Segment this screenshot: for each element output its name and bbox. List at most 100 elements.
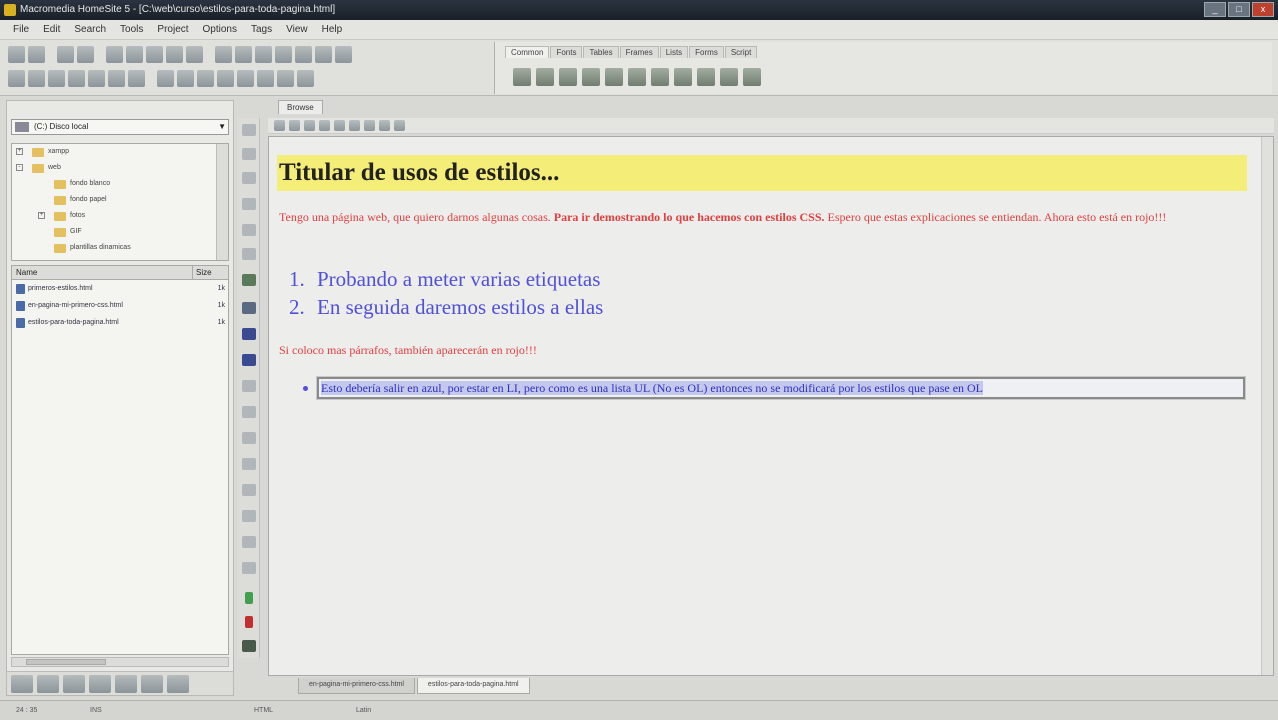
quickstart-icon[interactable] <box>513 68 531 86</box>
tab-common[interactable]: Common <box>505 46 550 58</box>
italic-tag-icon[interactable] <box>720 68 738 86</box>
tab-forms[interactable]: Forms <box>689 46 724 58</box>
strip-tags-icon[interactable] <box>242 432 256 444</box>
menu-help[interactable]: Help <box>315 24 350 35</box>
menu-options[interactable]: Options <box>196 24 244 35</box>
tree-scrollbar[interactable] <box>216 144 228 260</box>
tree-item[interactable]: fondo blanco <box>12 176 228 192</box>
cut-icon[interactable] <box>146 46 163 63</box>
comment-icon[interactable] <box>108 70 125 87</box>
macro-icon[interactable] <box>242 640 256 652</box>
indent-icon[interactable] <box>68 70 85 87</box>
outdent-icon[interactable] <box>88 70 105 87</box>
bold-tag-icon[interactable] <box>697 68 715 86</box>
file-item[interactable]: estilos-para-toda-pagina.html 1k <box>12 314 228 331</box>
tag-inspector-icon[interactable] <box>257 70 274 87</box>
zoom-icon[interactable] <box>197 70 214 87</box>
word-wrap-icon[interactable] <box>242 148 256 160</box>
validate-doc-icon[interactable] <box>242 562 256 574</box>
redo-icon[interactable] <box>48 70 65 87</box>
help-icon[interactable] <box>157 70 174 87</box>
tab-lists[interactable]: Lists <box>659 46 689 58</box>
minimize-button[interactable]: _ <box>1204 2 1226 17</box>
line-break-icon[interactable] <box>582 68 600 86</box>
close-button[interactable]: x <box>1252 2 1274 17</box>
tree-item[interactable]: fondo papel <box>12 192 228 208</box>
browser-ns-icon[interactable] <box>237 70 254 87</box>
back-icon[interactable] <box>274 120 285 131</box>
copy-icon[interactable] <box>166 46 183 63</box>
column-size[interactable]: Size <box>192 266 212 279</box>
body-tag-icon[interactable] <box>536 68 554 86</box>
list-icon[interactable] <box>242 536 256 548</box>
outdent-block-icon[interactable] <box>242 224 256 236</box>
preview-browser-icon[interactable] <box>364 120 375 131</box>
snippets-icon[interactable] <box>297 70 314 87</box>
stop-icon[interactable] <box>304 120 315 131</box>
file-item[interactable]: en-pagina-mi-primero-css.html 1k <box>12 297 228 314</box>
comment-block-icon[interactable] <box>242 354 256 366</box>
validate-icon[interactable] <box>335 46 352 63</box>
bookmark-icon[interactable] <box>242 328 256 340</box>
tag-completion-icon[interactable] <box>242 302 256 314</box>
print-icon[interactable] <box>8 70 25 87</box>
scrollbar-thumb[interactable] <box>26 659 106 665</box>
tree-item[interactable]: GIF <box>12 224 228 240</box>
indent-block-icon[interactable] <box>242 198 256 210</box>
menu-search[interactable]: Search <box>67 24 113 35</box>
tree-expander[interactable]: + <box>16 148 23 155</box>
tab-script[interactable]: Script <box>724 46 758 58</box>
tree-item[interactable]: + xampp <box>12 144 228 160</box>
file-list-scrollbar[interactable] <box>11 657 229 667</box>
comment-tag-icon[interactable] <box>743 68 761 86</box>
files-tab-icon[interactable] <box>11 675 33 693</box>
source-icon[interactable] <box>379 120 390 131</box>
special-chars-icon[interactable] <box>242 248 256 260</box>
anchor-icon[interactable] <box>628 68 646 86</box>
spell-check-icon[interactable] <box>126 46 143 63</box>
paste-icon[interactable] <box>186 46 203 63</box>
link-icon[interactable] <box>177 70 194 87</box>
print-preview-icon[interactable] <box>394 120 405 131</box>
new-file-icon[interactable] <box>8 46 25 63</box>
help-tab-icon[interactable] <box>115 675 137 693</box>
ftp-icon[interactable] <box>106 46 123 63</box>
tree-expander[interactable]: + <box>38 212 45 219</box>
open-file-icon[interactable] <box>28 46 45 63</box>
wrap-icon[interactable] <box>128 70 145 87</box>
file-item[interactable]: primeros-estilos.html 1k <box>12 280 228 297</box>
save-icon[interactable] <box>57 46 74 63</box>
tab-frames[interactable]: Frames <box>619 46 659 58</box>
replace-icon[interactable] <box>235 46 252 63</box>
drive-select[interactable]: (C:) Disco local ▼ <box>11 119 229 135</box>
uppercase-icon[interactable] <box>242 380 256 392</box>
table-icon[interactable] <box>242 274 256 286</box>
snippets-tab-icon[interactable] <box>89 675 111 693</box>
selected-list-item[interactable]: Esto debería salir en azul, por estar en… <box>316 376 1246 400</box>
tree-item[interactable]: plantillas dinamicas <box>12 240 228 256</box>
menu-project[interactable]: Project <box>150 24 195 35</box>
home-icon[interactable] <box>334 120 345 131</box>
browse-view[interactable]: Titular de usos de estilos... Tengo una … <box>268 136 1274 676</box>
doc-tab-active[interactable]: estilos-para-toda-pagina.html <box>416 678 530 694</box>
image-icon[interactable] <box>315 46 332 63</box>
image-tag-icon[interactable] <box>651 68 669 86</box>
refresh-icon[interactable] <box>319 120 330 131</box>
preview-icon[interactable] <box>275 46 292 63</box>
format-icon[interactable] <box>242 458 256 470</box>
site-view-icon[interactable] <box>141 675 163 693</box>
color-icon[interactable] <box>295 46 312 63</box>
tab-tables[interactable]: Tables <box>583 46 619 58</box>
play-green-icon[interactable] <box>245 592 253 604</box>
nbsp-icon[interactable] <box>605 68 623 86</box>
tab-browse[interactable]: Browse <box>278 100 323 114</box>
projects-tab-icon[interactable] <box>37 675 59 693</box>
browser-ie-icon[interactable] <box>217 70 234 87</box>
tag-tree-icon[interactable] <box>63 675 85 693</box>
browse-icon[interactable] <box>255 46 272 63</box>
forward-icon[interactable] <box>289 120 300 131</box>
column-name[interactable]: Name <box>16 268 37 277</box>
menu-view[interactable]: View <box>279 24 315 35</box>
menu-edit[interactable]: Edit <box>36 24 67 35</box>
menu-file[interactable]: File <box>6 24 36 35</box>
